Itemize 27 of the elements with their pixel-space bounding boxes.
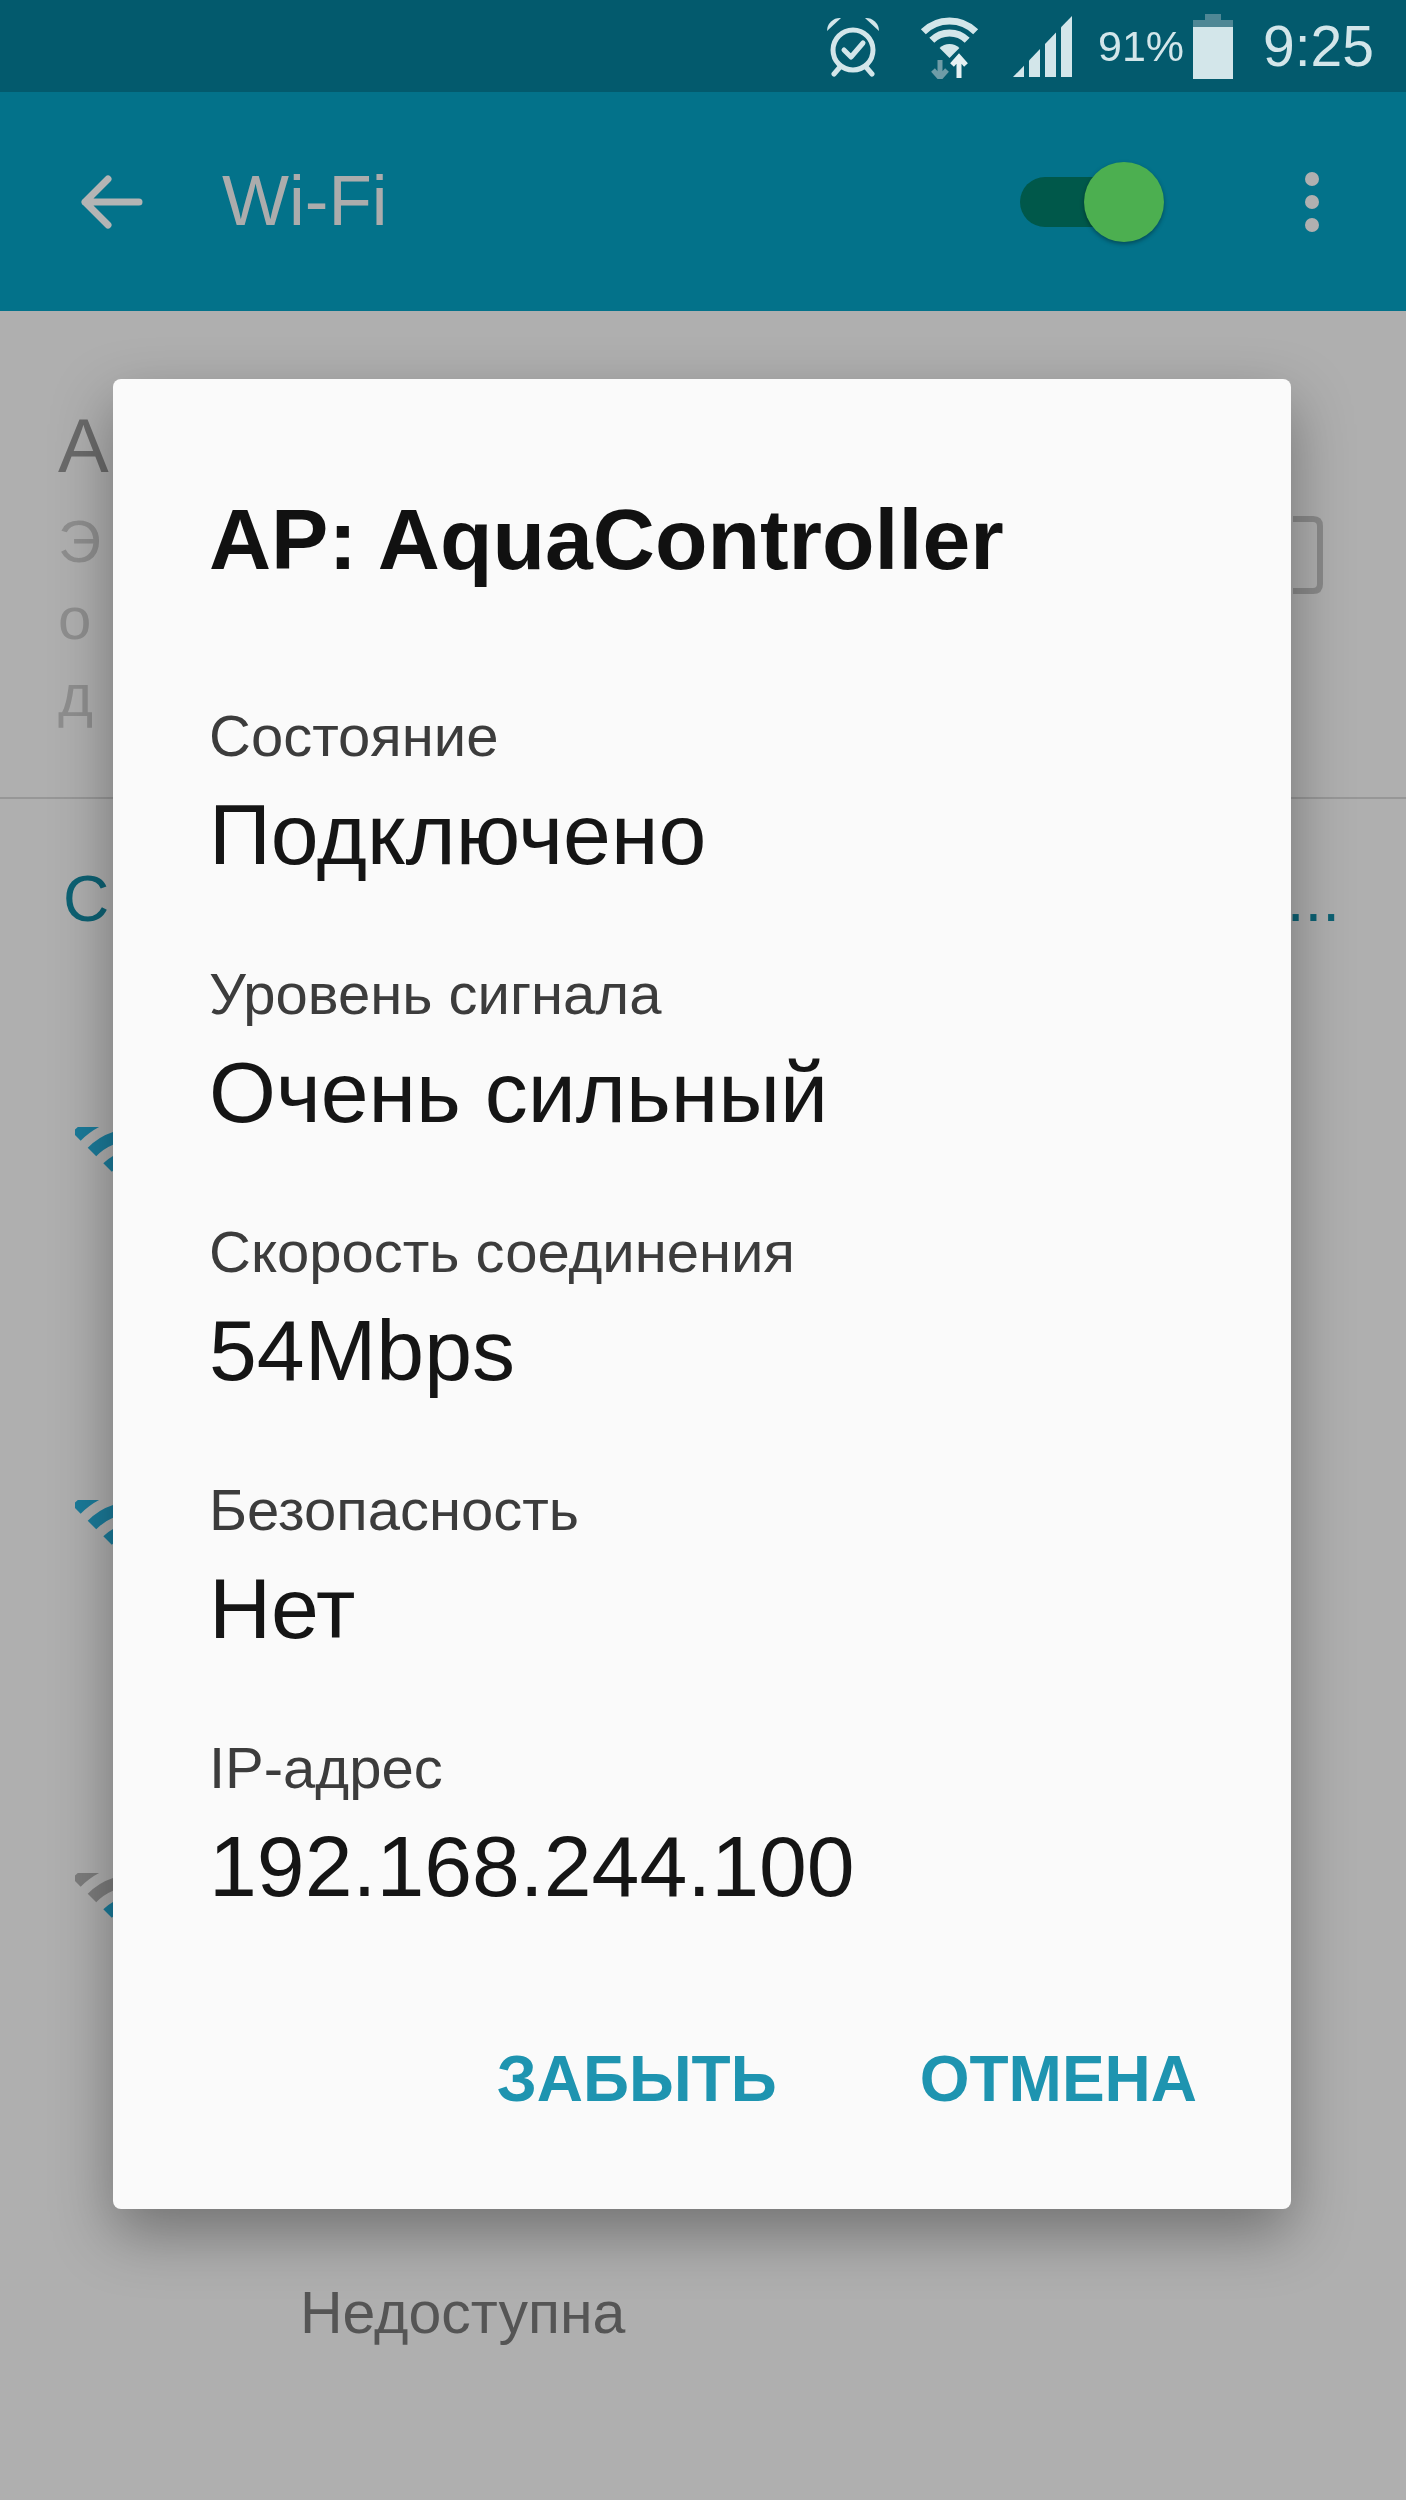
- section-title: С: [63, 862, 110, 937]
- clock-time: 9:25: [1263, 17, 1374, 75]
- field-label: IP-адрес: [209, 1734, 443, 1802]
- three-dots-icon: [1304, 170, 1320, 233]
- setting-title: A: [58, 402, 109, 490]
- screen-title: Wi-Fi: [222, 162, 388, 241]
- toggle-switch[interactable]: [1020, 161, 1164, 242]
- field-label: Уровень сигнала: [209, 960, 662, 1028]
- signal-bars-icon: [1012, 15, 1074, 77]
- cancel-button[interactable]: ОТМЕНА: [895, 2023, 1221, 2135]
- battery-percent: 91%: [1097, 24, 1185, 68]
- field-label: Состояние: [209, 702, 499, 770]
- network-status: Недоступна: [300, 2278, 626, 2348]
- field-value: Нет: [209, 1559, 356, 1658]
- field-value: 54Mbps: [209, 1301, 515, 1400]
- checkbox[interactable]: [1293, 516, 1323, 594]
- battery-icon: [1193, 13, 1234, 79]
- section-ellipsis: ...: [1286, 862, 1340, 937]
- alarm-clock-icon: [824, 15, 881, 77]
- more-button[interactable]: [1304, 170, 1320, 233]
- forget-button[interactable]: ЗАБЫТЬ: [472, 2023, 801, 2135]
- field-value: Очень сильный: [209, 1043, 829, 1142]
- field-value: 192.168.244.100: [209, 1817, 855, 1916]
- dialog-title: AP: AquaController: [209, 491, 1005, 587]
- field-label: Безопасность: [209, 1476, 579, 1544]
- field-label: Скорость соединения: [209, 1218, 795, 1286]
- field-value: Подключено: [209, 785, 707, 884]
